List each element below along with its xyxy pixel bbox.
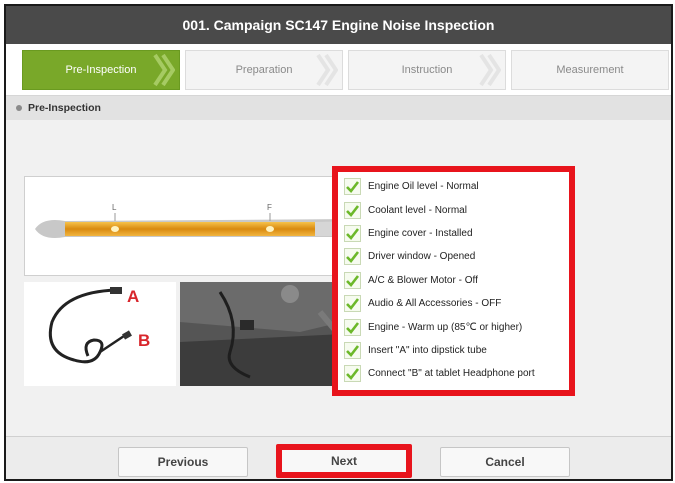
- step-tabs: Pre-Inspection Preparation Instruction M…: [6, 44, 671, 96]
- checkmark-icon: [344, 248, 361, 266]
- checkmark-icon: [344, 341, 361, 359]
- dipstick-image: L F: [24, 176, 384, 276]
- checklist-item-label: A/C & Blower Motor - Off: [368, 274, 478, 286]
- checkmark-icon: [344, 318, 361, 336]
- checklist-item-label: Audio & All Accessories - OFF: [368, 298, 502, 310]
- cable-label-a: A: [127, 287, 139, 306]
- checklist-item-label: Engine Oil level - Normal: [368, 181, 479, 193]
- section-title: Pre-Inspection: [28, 102, 101, 114]
- checkmark-icon: [344, 271, 361, 289]
- section-header: Pre-Inspection: [6, 96, 671, 120]
- tab-label: Pre-Inspection: [65, 64, 137, 76]
- previous-button[interactable]: Previous: [118, 447, 248, 477]
- checkmark-icon: [344, 224, 361, 242]
- checklist-item-label: Engine - Warm up (85℃ or higher): [368, 321, 523, 333]
- chevron-right-icon: [316, 53, 338, 87]
- tab-pre-inspection[interactable]: Pre-Inspection: [22, 50, 180, 90]
- window-title: 001. Campaign SC147 Engine Noise Inspect…: [6, 6, 671, 44]
- checklist-item: Coolant level - Normal: [344, 198, 569, 221]
- cable-label-b: B: [138, 331, 150, 350]
- checklist-item: Engine Oil level - Normal: [344, 175, 569, 198]
- checkmark-icon: [344, 365, 361, 383]
- checklist-item: Audio & All Accessories - OFF: [344, 292, 569, 315]
- cable-image: A B: [24, 282, 176, 386]
- content-area: L F A B Engine Oil level - Normal Coolan…: [6, 120, 671, 436]
- checklist-item: A/C & Blower Motor - Off: [344, 269, 569, 292]
- checklist-item: Engine cover - Installed: [344, 222, 569, 245]
- dipstick-illustration: L F: [35, 203, 355, 238]
- checklist-item: Engine - Warm up (85℃ or higher): [344, 315, 569, 338]
- chevron-right-icon: [479, 53, 501, 87]
- cable-illustration: A B: [48, 287, 150, 364]
- tab-label: Preparation: [235, 64, 293, 76]
- bullet-icon: [16, 105, 22, 111]
- checklist-item: Driver window - Opened: [344, 245, 569, 268]
- checklist-item-label: Insert "A" into dipstick tube: [368, 344, 487, 356]
- checkmark-icon: [344, 201, 361, 219]
- app-window: 001. Campaign SC147 Engine Noise Inspect…: [4, 4, 673, 481]
- checklist-item-label: Connect "B" at tablet Headphone port: [368, 368, 535, 380]
- cancel-button[interactable]: Cancel: [440, 447, 570, 477]
- checklist-item-label: Driver window - Opened: [368, 251, 476, 263]
- chevron-right-icon: [153, 53, 175, 87]
- footer-bar: Previous Next Cancel: [6, 436, 671, 479]
- checklist-item: Connect "B" at tablet Headphone port: [344, 362, 569, 385]
- tab-measurement[interactable]: Measurement: [511, 50, 669, 90]
- checklist-item-label: Coolant level - Normal: [368, 204, 467, 216]
- checklist-item-label: Engine cover - Installed: [368, 227, 473, 239]
- dipstick-full-mark: F: [267, 203, 272, 212]
- pre-inspection-checklist: Engine Oil level - Normal Coolant level …: [332, 166, 575, 396]
- checkmark-icon: [344, 178, 361, 196]
- checkmark-icon: [344, 295, 361, 313]
- tab-label: Measurement: [556, 64, 624, 76]
- checklist-item: Insert "A" into dipstick tube: [344, 339, 569, 362]
- next-button[interactable]: Next: [276, 444, 412, 478]
- dipstick-low-mark: L: [112, 203, 117, 212]
- tab-preparation[interactable]: Preparation: [185, 50, 343, 90]
- tab-label: Instruction: [401, 64, 453, 76]
- tab-instruction[interactable]: Instruction: [348, 50, 506, 90]
